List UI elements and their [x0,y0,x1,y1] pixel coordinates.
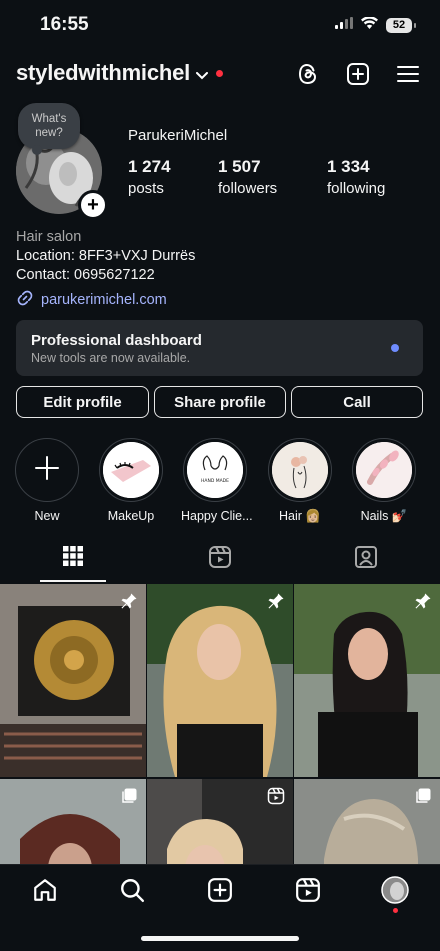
nav-profile[interactable] [380,875,410,909]
highlight-nails-cover [356,442,412,498]
carousel-icon [120,787,138,810]
following-stat[interactable]: 1 334 following [327,157,385,197]
dashboard-subtitle: New tools are now available. [31,351,191,365]
pin-icon [414,592,432,615]
highlight-happy-clients-cover: HAND MADE [187,442,243,498]
nav-reels[interactable] [293,877,323,907]
hand-made-text: HAND MADE [201,478,229,484]
plus-icon [34,455,60,486]
notification-dot [216,69,224,77]
tab-posts-grid[interactable] [0,545,146,583]
nav-search[interactable] [117,877,147,907]
website-link[interactable]: parukerimichel.com [16,289,167,311]
plus-square-icon [207,877,233,908]
posts-count: 1 274 [128,157,171,176]
dashboard-title: Professional dashboard [31,332,202,349]
link-icon [16,289,34,311]
highlight-label: MakeUp [107,509,155,523]
nav-create[interactable] [205,877,235,907]
create-button[interactable] [344,62,372,90]
carousel-icon [414,787,432,810]
bio-category: Hair salon [16,229,82,245]
followers-stat[interactable]: 1 507 followers [218,157,277,197]
highlight-nails[interactable]: Nails 💅🏻 [350,438,418,524]
status-time: 16:55 [40,14,89,35]
following-label: following [327,180,386,197]
note-bubble[interactable]: What's new? [18,103,80,155]
highlight-hair[interactable]: Hair 👩🏼 [266,438,334,524]
posts-label: posts [128,180,164,197]
highlight-hair-cover [272,442,328,498]
call-button[interactable]: Call [291,386,423,418]
bio-contact: Contact: 0695627122 [16,267,155,283]
status-bar: 16:55 52 [0,0,440,50]
highlight-label: New [34,509,60,523]
grid-post[interactable] [0,584,146,777]
plus-square-icon [346,62,370,91]
account-switcher[interactable]: styledwithmichel [16,60,224,86]
chevron-down-icon [196,60,209,86]
tagged-person-icon [354,545,378,574]
highlight-new[interactable]: New [13,438,81,523]
threads-button[interactable] [294,62,322,90]
threads-icon [296,62,320,91]
home-icon [32,877,58,908]
share-profile-button[interactable]: Share profile [154,386,286,418]
add-story-button[interactable]: + [78,190,108,220]
username: styledwithmichel [16,60,191,85]
content-tabs [0,545,440,583]
highlight-makeup-cover [103,442,159,498]
bio-location: Location: 8FF3+VXJ Durrës [16,248,196,264]
active-tab-indicator [40,580,106,582]
pin-icon [120,592,138,615]
highlight-label: Nails 💅🏻 [360,509,408,523]
status-icons: 52 [335,16,416,34]
edit-profile-button[interactable]: Edit profile [16,386,149,418]
grid-post[interactable] [147,584,293,777]
wifi-icon [361,16,378,34]
hamburger-icon [397,65,419,88]
highlight-happy-clients[interactable]: HAND MADE Happy Clie... [181,438,253,523]
grid-post[interactable] [0,779,146,864]
signal-icon [335,16,353,34]
highlight-ring [268,438,332,502]
grid-post[interactable] [294,779,440,864]
highlight-new-ring [15,438,79,502]
dashboard-new-dot [391,344,399,352]
highlight-label: Hair 👩🏼 [279,509,321,523]
grid-icon [62,545,84,572]
posts-grid [0,584,440,864]
grid-post[interactable] [147,779,293,864]
followers-label: followers [218,180,278,197]
website-url: parukerimichel.com [41,292,167,308]
professional-dashboard[interactable]: Professional dashboard New tools are now… [16,320,423,376]
reels-icon [208,545,232,574]
profile-notification-dot [393,908,398,913]
header-actions [294,62,422,90]
nav-home[interactable] [30,877,60,907]
bio: Hair salon Location: 8FF3+VXJ Durrës Con… [16,228,195,285]
profile-header: styledwithmichel [0,58,440,94]
reels-badge-icon [267,787,285,810]
grid-post[interactable] [294,584,440,777]
highlight-makeup[interactable]: MakeUp [97,438,165,523]
menu-button[interactable] [394,62,422,90]
home-indicator [141,936,299,941]
highlight-label: Happy Clie... [181,509,253,523]
followers-count: 1 507 [218,157,261,176]
posts-stat[interactable]: 1 274 posts [128,157,171,197]
battery-icon: 52 [386,17,416,33]
search-icon [119,877,145,908]
reels-icon [295,877,321,908]
tab-reels[interactable] [147,545,293,583]
highlight-ring: HAND MADE [183,438,247,502]
highlight-ring [352,438,416,502]
following-count: 1 334 [327,157,370,176]
highlight-ring [99,438,163,502]
display-name: ParukeriMichel [128,127,228,144]
pin-icon [267,592,285,615]
tab-tagged[interactable] [293,545,439,583]
profile-avatar-icon [381,875,409,909]
